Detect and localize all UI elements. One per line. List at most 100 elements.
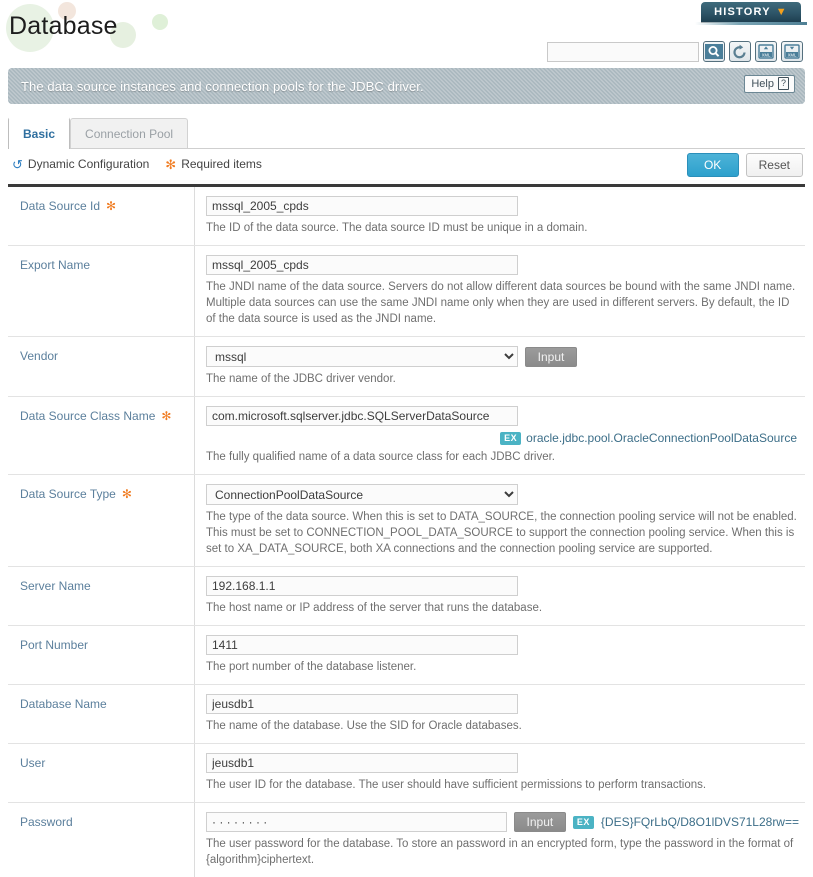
- asterisk-icon: ✻: [121, 487, 132, 501]
- vendor-select[interactable]: mssql: [206, 346, 518, 367]
- field-cell: The user ID for the database. The user s…: [195, 744, 805, 802]
- port-number-input[interactable]: [206, 635, 518, 655]
- field-cell: mssql Input The name of the JDBC driver …: [195, 337, 805, 396]
- field-label-text: Vendor: [20, 349, 59, 363]
- data-source-type-select[interactable]: ConnectionPoolDataSource: [206, 484, 518, 505]
- field-label: Database Name: [8, 685, 195, 743]
- search-input[interactable]: [547, 41, 699, 62]
- example-text: oracle.jdbc.pool.OracleConnectionPoolDat…: [526, 431, 797, 445]
- table-row: Vendor mssql Input The name of the JDBC …: [8, 337, 805, 397]
- field-label: Export Name: [8, 246, 195, 336]
- page-title: Database: [9, 12, 118, 40]
- refresh-icon[interactable]: [729, 41, 751, 62]
- table-row: Port Number The port number of the datab…: [8, 626, 805, 685]
- field-label: Data Source Class Name ✻: [8, 397, 195, 474]
- field-cell: The JNDI name of the data source. Server…: [195, 246, 805, 336]
- help-label: Help: [751, 77, 774, 90]
- example-line: EX oracle.jdbc.pool.OracleConnectionPool…: [206, 431, 799, 445]
- field-label: Data Source Type ✻: [8, 475, 195, 566]
- legend-bar: ↺ Dynamic Configuration ✻ Required items: [12, 157, 262, 171]
- data-source-id-input[interactable]: [206, 196, 518, 216]
- tab-basic[interactable]: Basic: [8, 117, 71, 149]
- field-description: The host name or IP address of the serve…: [206, 602, 543, 614]
- field-label: Server Name: [8, 567, 195, 625]
- field-label-text: Server Name: [20, 579, 91, 593]
- xml-import-icon[interactable]: XML: [755, 41, 777, 62]
- field-cell: The name of the database. Use the SID fo…: [195, 685, 805, 743]
- field-label: Data Source Id ✻: [8, 187, 195, 245]
- field-description: The port number of the database listener…: [206, 661, 417, 673]
- banner-text: The data source instances and connection…: [21, 78, 424, 94]
- field-cell: The ID of the data source. The data sour…: [195, 187, 805, 245]
- table-row: Data Source Id ✻ The ID of the data sour…: [8, 187, 805, 246]
- svg-text:XML: XML: [788, 52, 797, 57]
- field-description: The ID of the data source. The data sour…: [206, 222, 588, 234]
- question-mark-icon: ?: [777, 77, 789, 90]
- title-area: Database HISTORY ▼ XML XML: [0, 0, 813, 62]
- field-cell: The host name or IP address of the serve…: [195, 567, 805, 625]
- table-row: Data Source Type ✻ ConnectionPoolDataSou…: [8, 475, 805, 567]
- password-input-button[interactable]: Input: [513, 812, 566, 832]
- field-description: The type of the data source. When this i…: [206, 511, 797, 555]
- search-icon[interactable]: [703, 41, 725, 62]
- table-row: User The user ID for the database. The u…: [8, 744, 805, 803]
- field-description: The name of the JDBC driver vendor.: [206, 373, 396, 385]
- server-name-input[interactable]: [206, 576, 518, 596]
- legend-required-items: ✻ Required items: [165, 157, 262, 171]
- asterisk-icon: ✻: [165, 156, 177, 172]
- reset-button[interactable]: Reset: [745, 153, 803, 177]
- field-cell: EX oracle.jdbc.pool.OracleConnectionPool…: [195, 397, 805, 474]
- legend-required-label: Required items: [181, 157, 262, 171]
- field-label-text: Export Name: [20, 258, 91, 272]
- help-button[interactable]: Help ?: [744, 75, 795, 93]
- tab-connection-pool-label: Connection Pool: [85, 127, 174, 141]
- field-cell: The port number of the database listener…: [195, 626, 805, 684]
- password-input[interactable]: [206, 812, 507, 832]
- table-row: Password Input EX {DES}FQrLbQ/D8O1lDVS71…: [8, 803, 805, 877]
- asterisk-icon: ✻: [161, 409, 172, 423]
- tab-bar: Basic Connection Pool: [8, 117, 189, 149]
- toolbar: XML XML: [547, 41, 803, 62]
- field-label-text: Database Name: [20, 697, 107, 711]
- example-badge: EX: [572, 815, 594, 829]
- field-label-text: Port Number: [20, 638, 89, 652]
- field-label: User: [8, 744, 195, 802]
- asterisk-icon: ✻: [106, 199, 117, 213]
- data-source-class-name-input[interactable]: [206, 406, 518, 426]
- tab-connection-pool[interactable]: Connection Pool: [70, 118, 189, 149]
- export-name-input[interactable]: [206, 255, 518, 275]
- field-label-text: User: [20, 756, 46, 770]
- table-row: Export Name The JNDI name of the data so…: [8, 246, 805, 337]
- field-label-text: Data Source Class Name: [20, 409, 156, 423]
- user-input[interactable]: [206, 753, 518, 773]
- ok-button[interactable]: OK: [686, 153, 739, 177]
- field-label-text: Data Source Type: [20, 487, 116, 501]
- vendor-input-button[interactable]: Input: [525, 346, 577, 367]
- field-description: The user ID for the database. The user s…: [206, 779, 707, 791]
- field-label: Vendor: [8, 337, 195, 396]
- database-name-input[interactable]: [206, 694, 518, 714]
- example-text: {DES}FQrLbQ/D8O1lDVS71L28rw==: [600, 815, 799, 829]
- field-description: The name of the database. Use the SID fo…: [206, 720, 522, 732]
- svg-text:XML: XML: [762, 52, 771, 57]
- history-button[interactable]: HISTORY ▼: [701, 2, 801, 22]
- field-label-text: Data Source Id: [20, 199, 101, 213]
- settings-form: Data Source Id ✻ The ID of the data sour…: [8, 187, 805, 877]
- database-config-page: Database HISTORY ▼ XML XML The data sour…: [0, 0, 813, 877]
- field-description: The JNDI name of the data source. Server…: [206, 281, 796, 325]
- chevron-down-icon: ▼: [775, 5, 788, 18]
- history-underline: [695, 22, 807, 25]
- table-row: Data Source Class Name ✻ EX oracle.jdbc.…: [8, 397, 805, 475]
- legend-dynamic-label: Dynamic Configuration: [27, 157, 150, 171]
- field-label-text: Password: [20, 815, 73, 829]
- table-row: Server Name The host name or IP address …: [8, 567, 805, 626]
- field-label: Port Number: [8, 626, 195, 684]
- field-description: The fully qualified name of a data sourc…: [206, 451, 556, 463]
- field-label: Password: [8, 803, 195, 877]
- field-cell: ConnectionPoolDataSource The type of the…: [195, 475, 805, 566]
- refresh-small-icon: ↺: [12, 156, 23, 172]
- tab-basic-label: Basic: [23, 126, 56, 141]
- history-label: HISTORY: [714, 6, 771, 18]
- description-banner: The data source instances and connection…: [8, 68, 805, 104]
- xml-export-icon[interactable]: XML: [781, 41, 803, 62]
